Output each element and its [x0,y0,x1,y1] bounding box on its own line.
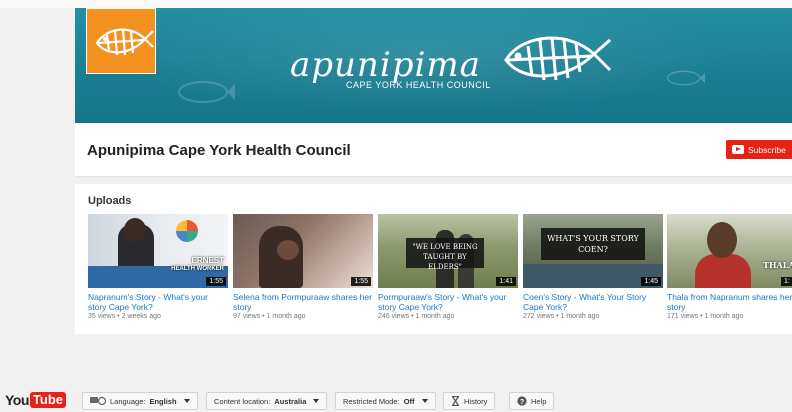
content-location-label: Content location: [214,396,271,406]
video-age: 2 weeks ago [121,313,161,320]
video-thumbnail[interactable]: WHAT'S YOUR STORY COEN? 1:45 [523,214,663,288]
channel-header: Apunipima Cape York Health Council Subsc… [75,123,792,177]
youtube-logo[interactable]: You Tube [5,392,66,408]
video-views: 97 views [233,313,261,320]
video-card[interactable]: 1:55 Selena from Pormpuraaw shares her s… [233,214,373,320]
video-title[interactable]: Coen's Story - What's Your Story Cape Yo… [523,292,663,312]
video-duration: 1:45 [641,277,661,286]
history-button[interactable]: History [443,392,496,410]
video-title[interactable]: Thala from Napranum shares her story [667,292,792,312]
video-thumbnail[interactable]: 1:55 [233,214,373,288]
video-card[interactable]: ERNEST HEALTH WORKER 1:55 Napranum's Sto… [88,214,228,320]
thumbnail-overlay-text: WHAT'S YOUR STORY [547,234,639,243]
banner-logo-text: apunipima [290,45,481,85]
video-card[interactable]: WHAT'S YOUR STORY COEN? 1:45 Coen's Stor… [523,214,663,320]
video-age: 1 month ago [415,313,455,320]
video-duration: 1:41 [496,277,516,286]
thumbnail-overlay-text: COEN? [578,245,608,254]
video-title[interactable]: Selena from Pormpuraaw shares her story [233,292,373,312]
history-label: History [464,396,488,406]
left-gutter [0,8,75,380]
thumbnail-overlay-text: THALA [763,260,792,270]
restricted-mode-label: Restricted Mode: [343,396,400,406]
language-label: Language: [110,396,146,406]
hourglass-icon [452,396,459,406]
language-button[interactable]: Language: English [82,392,198,410]
video-meta: 35 views • 2 weeks ago [88,313,161,320]
video-meta: 246 views • 1 month ago [378,313,455,320]
restricted-mode-value: Off [403,396,415,406]
video-views: 171 views [667,313,699,320]
uploads-heading[interactable]: Uploads [88,195,131,207]
video-meta: 272 views • 1 month ago [523,313,600,320]
chevron-down-icon [183,399,190,403]
video-age: 1 month ago [704,313,744,320]
fish-watermark-icon [178,81,235,103]
youtube-logo-you: You [5,392,29,408]
video-title[interactable]: Napranum's Story - What's your story Cap… [88,292,228,312]
help-button[interactable]: ? Help [509,392,555,410]
restricted-mode-button[interactable]: Restricted Mode: Off [335,392,436,410]
video-views: 246 views [378,313,410,320]
channel-title[interactable]: Apunipima Cape York Health Council [87,142,351,159]
video-age: 1 month ago [266,313,306,320]
video-age: 1 month ago [560,313,600,320]
video-duration: 1:55 [206,277,226,286]
chevron-down-icon [421,399,428,403]
video-thumbnail[interactable]: ERNEST HEALTH WORKER 1:55 [88,214,228,288]
fish-watermark-icon [667,70,705,86]
video-title[interactable]: Pormpuraaw's Story - What's your story C… [378,292,518,312]
video-views: 272 views [523,313,555,320]
content-location-value: Australia [274,396,307,406]
subscribe-label: Subscribe [748,144,786,155]
video-thumbnail[interactable]: THALA 1: [667,214,792,288]
video-card[interactable]: THALA 1: Thala from Napranum shares her … [667,214,792,320]
thumbnail-overlay-text: ERNEST [191,256,224,265]
uploads-section: Uploads ERNEST HEALTH WORKER 1:55 Napran… [75,184,792,334]
language-icon [90,396,106,406]
page-footer: You Tube Language: English Content locat… [0,380,792,412]
content-location-button[interactable]: Content location: Australia [206,392,328,410]
thumbnail-overlay-text: TAUGHT BY ELDERS" [423,253,467,271]
thumbnail-overlay-text: HEALTH WORKER [171,266,224,272]
video-duration: 1: [781,277,792,286]
channel-avatar[interactable] [86,8,156,74]
video-thumbnail[interactable]: "WE LOVE BEING TAUGHT BY ELDERS" 1:41 [378,214,518,288]
chevron-down-icon [313,399,320,403]
video-meta: 97 views • 1 month ago [233,313,306,320]
help-icon: ? [517,396,527,406]
thumbnail-overlay-text: "WE LOVE BEING [412,243,478,251]
subscribe-button[interactable]: Subscribe [726,140,792,159]
fish-banner-icon [504,36,612,81]
youtube-logo-tube: Tube [29,392,66,408]
play-icon [732,145,744,154]
video-card[interactable]: "WE LOVE BEING TAUGHT BY ELDERS" 1:41 Po… [378,214,518,320]
video-views: 35 views [88,313,116,320]
svg-text:?: ? [520,399,524,406]
help-label: Help [531,396,547,406]
video-meta: 171 views • 1 month ago [667,313,744,320]
language-value: English [149,396,177,406]
fish-logo-icon [95,28,154,56]
video-duration: 1:55 [351,277,371,286]
banner-logo-subtitle: CAPE YORK HEALTH COUNCIL [346,80,491,90]
